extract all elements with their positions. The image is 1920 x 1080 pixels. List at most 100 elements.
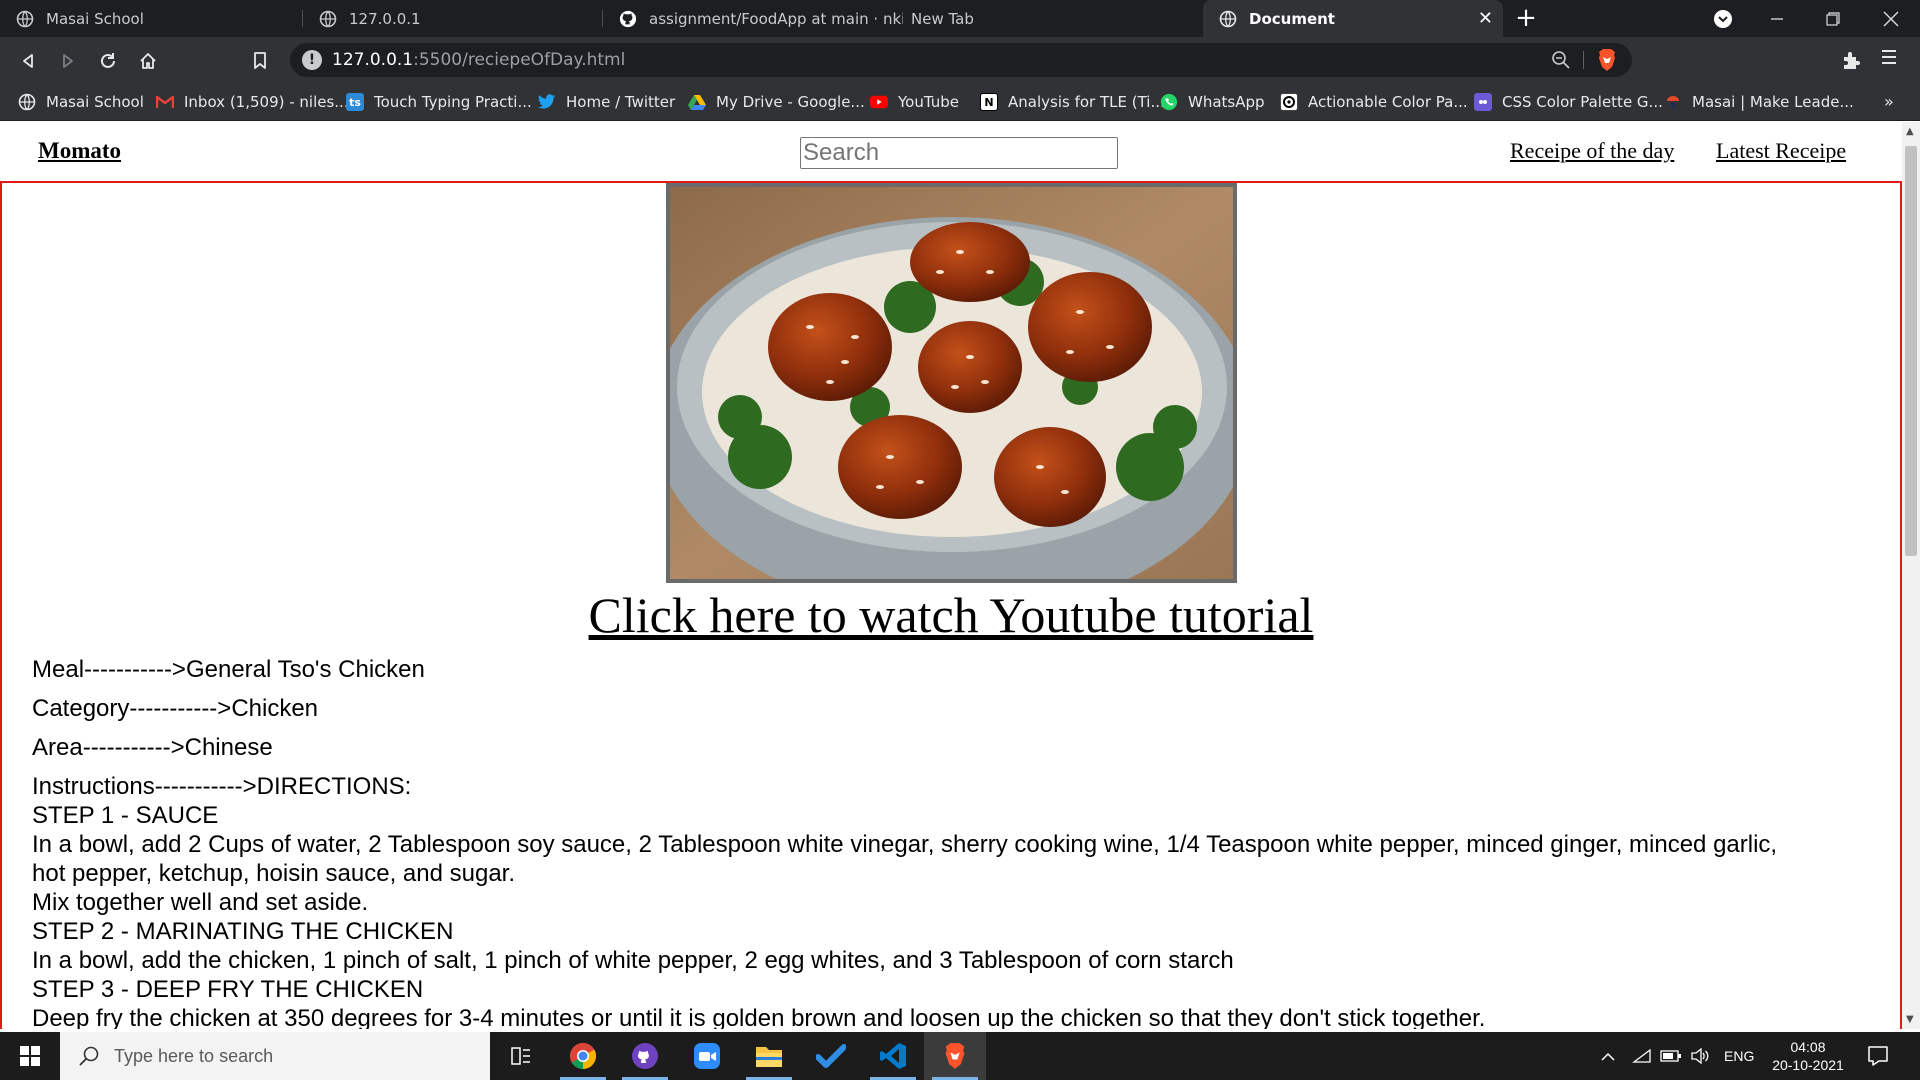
bookmark-label: Masai School — [46, 93, 144, 111]
extensions-icon[interactable] — [1840, 48, 1864, 72]
bookmark-gmail[interactable]: Inbox (1,509) - niles... — [156, 84, 349, 120]
bookmark-css-palette[interactable]: CSS Color Palette G... — [1474, 84, 1663, 120]
search-icon — [78, 1045, 100, 1067]
minimize-icon[interactable] — [1752, 0, 1802, 37]
instruction-line: In a bowl, add 2 Cups of water, 2 Tables… — [32, 831, 1778, 858]
wifi-icon[interactable] — [1632, 1032, 1652, 1080]
globe-icon — [319, 10, 337, 28]
url-text[interactable]: 127.0.0.1:5500/reciepeOfDay.html — [332, 50, 625, 70]
windows-taskbar: Type here to search ENG 04:08 20-10-2021 — [0, 1032, 1920, 1080]
tab-label: assignment/FoodApp at main · nkil123 — [649, 9, 903, 28]
tab-label: Masai School — [46, 9, 144, 28]
scrollbar-thumb[interactable] — [1905, 146, 1917, 556]
more-bookmarks-icon[interactable]: » — [1884, 92, 1894, 111]
category-text: Category----------->Chicken — [32, 695, 319, 722]
bookmark-youtube[interactable]: YouTube — [870, 84, 959, 120]
brave-shields-icon[interactable] — [1596, 48, 1618, 72]
bookmark-label: CSS Color Palette G... — [1502, 93, 1663, 111]
bookmark-label: Actionable Color Pa... — [1308, 93, 1468, 111]
bookmark-masai-leader[interactable]: Masai | Make Leade... — [1664, 84, 1854, 120]
back-icon[interactable] — [14, 47, 42, 75]
volume-icon[interactable] — [1690, 1032, 1710, 1080]
palette-icon — [1280, 93, 1298, 111]
notion-icon: N — [980, 93, 998, 111]
url-divider — [1583, 51, 1584, 69]
github-desktop-icon[interactable] — [614, 1032, 676, 1080]
tab-new-tab[interactable]: New Tab — [903, 0, 1200, 37]
typing-icon: ts — [346, 93, 364, 111]
bookmark-notion[interactable]: N Analysis for TLE (Ti... — [980, 84, 1165, 120]
instruction-line: Mix together well and set aside. — [32, 889, 369, 916]
todo-icon[interactable] — [800, 1032, 862, 1080]
site-info-icon[interactable]: ! — [302, 50, 322, 70]
language-indicator[interactable]: ENG — [1724, 1032, 1754, 1080]
bookmark-twitter[interactable]: Home / Twitter — [538, 84, 675, 120]
vscode-icon[interactable] — [862, 1032, 924, 1080]
instruction-line: STEP 3 - DEEP FRY THE CHICKEN — [32, 976, 424, 1003]
address-bar[interactable]: ! 127.0.0.1:5500/reciepeOfDay.html — [290, 43, 1632, 77]
reload-icon[interactable] — [94, 47, 122, 75]
windows-icon — [20, 1046, 40, 1066]
dish-image — [666, 183, 1237, 583]
youtube-icon — [870, 93, 888, 111]
restore-icon[interactable] — [1808, 0, 1858, 37]
github-icon — [619, 10, 637, 28]
new-tab-button[interactable]: + — [1512, 4, 1540, 32]
battery-icon[interactable] — [1660, 1032, 1682, 1080]
notification-icon[interactable] — [1866, 1044, 1890, 1068]
drive-icon — [688, 93, 706, 111]
nav-link-recipe-of-the-day[interactable]: Receipe of the day — [1510, 138, 1674, 164]
task-view-icon[interactable] — [490, 1032, 552, 1080]
clock-time: 04:08 — [1790, 1039, 1826, 1055]
chrome-icon[interactable] — [552, 1032, 614, 1080]
bookmark-icon[interactable] — [246, 47, 274, 75]
page-scrollbar[interactable]: ▲ ▼ — [1902, 122, 1920, 1029]
close-window-icon[interactable] — [1866, 0, 1916, 37]
whatsapp-icon — [1160, 93, 1178, 111]
instruction-line: STEP 1 - SAUCE — [32, 802, 219, 829]
bookmark-label: Masai | Make Leade... — [1692, 93, 1854, 111]
area-text: Area----------->Chinese — [32, 734, 273, 761]
site-logo[interactable]: Momato — [38, 138, 121, 164]
zoom-app-icon[interactable] — [676, 1032, 738, 1080]
forward-icon[interactable] — [54, 47, 82, 75]
system-clock[interactable]: 04:08 20-10-2021 — [1760, 1038, 1856, 1074]
globe-icon — [1219, 10, 1237, 28]
scroll-up-icon[interactable]: ▲ — [1906, 126, 1914, 137]
home-icon[interactable] — [134, 47, 162, 75]
nav-link-latest-recipe[interactable]: Latest Receipe — [1716, 138, 1846, 164]
site-navbar: Momato Receipe of the day Latest Receipe — [0, 122, 1902, 180]
bookmark-masai-school[interactable]: Masai School — [18, 84, 144, 120]
tab-github[interactable]: assignment/FoodApp at main · nkil123 — [603, 0, 903, 37]
tab-localhost[interactable]: 127.0.0.1 — [303, 0, 603, 37]
bookmark-drive[interactable]: My Drive - Google... — [688, 84, 865, 120]
bookmark-label: Home / Twitter — [566, 93, 676, 111]
youtube-tutorial-link[interactable]: Click here to watch Youtube tutorial — [2, 586, 1900, 644]
taskbar-search[interactable]: Type here to search — [60, 1032, 490, 1080]
show-hidden-icons[interactable] — [1600, 1032, 1616, 1080]
bookmark-label: WhatsApp — [1188, 93, 1265, 111]
tab-search-icon[interactable] — [1698, 0, 1748, 37]
bookmark-actionable-color[interactable]: Actionable Color Pa... — [1280, 84, 1468, 120]
globe-icon — [16, 10, 34, 28]
start-button[interactable] — [0, 1032, 60, 1080]
menu-icon[interactable] — [1880, 47, 1898, 72]
bookmark-whatsapp[interactable]: WhatsApp — [1160, 84, 1265, 120]
url-host: 127.0.0.1 — [332, 50, 414, 70]
scroll-down-icon[interactable]: ▼ — [1906, 1014, 1914, 1025]
bookmark-typing[interactable]: ts Touch Typing Practi... — [346, 84, 532, 120]
recipe-container: Click here to watch Youtube tutorial Mea… — [0, 181, 1902, 1029]
zoom-icon[interactable] — [1550, 49, 1572, 71]
meal-text: Meal----------->General Tso's Chicken — [32, 656, 425, 683]
brave-icon[interactable] — [924, 1032, 986, 1080]
search-input[interactable] — [800, 137, 1118, 169]
gmail-icon — [156, 93, 174, 111]
tab-masai-school[interactable]: Masai School — [0, 0, 303, 37]
instruction-line: STEP 2 - MARINATING THE CHICKEN — [32, 918, 454, 945]
close-tab-icon[interactable]: ✕ — [1478, 8, 1493, 29]
tab-document[interactable]: Document ✕ — [1203, 0, 1503, 37]
file-explorer-icon[interactable] — [738, 1032, 800, 1080]
recipe-details: Meal----------->General Tso's Chicken Ca… — [32, 655, 1882, 1029]
twitter-icon — [538, 93, 556, 111]
bookmark-label: My Drive - Google... — [716, 93, 865, 111]
